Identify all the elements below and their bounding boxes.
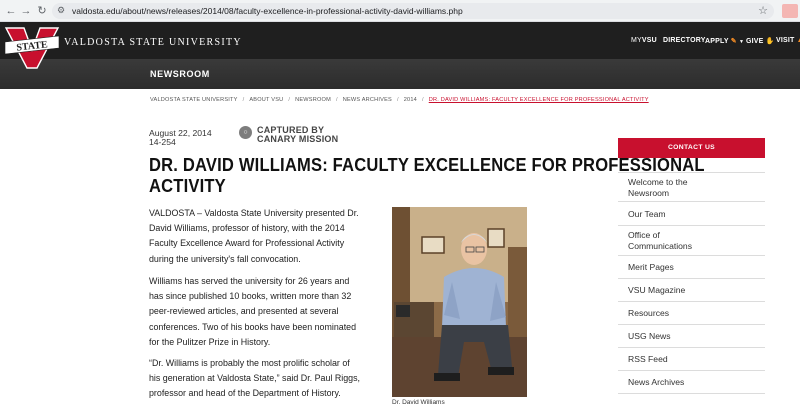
nav-give[interactable]: GIVE ✋ <box>746 37 775 45</box>
breadcrumb-item[interactable]: NEWS ARCHIVES <box>343 97 392 103</box>
paragraph-line: professor and head of the Department of … <box>149 388 341 399</box>
photo-caption: Dr. David Williams <box>392 399 445 406</box>
sidebar-item-label: Newsroom <box>628 188 670 198</box>
paragraph-line: has since published 10 books, written mo… <box>149 291 352 302</box>
sidebar-item-label: Merit Pages <box>628 262 674 272</box>
sidebar-item-label: Our Team <box>628 209 666 219</box>
canary-mission-icon: ○ <box>239 126 252 139</box>
breadcrumb-separator: / <box>288 97 291 103</box>
article-photo <box>392 207 527 397</box>
article-paragraph: “Dr. Williams is probably the most proli… <box>149 356 381 402</box>
nav-give-label: GIVE <box>746 38 764 45</box>
sidebar-item-label: Resources <box>628 308 670 318</box>
captured-by-source: CANARY MISSION <box>257 134 339 144</box>
nav-myvsu[interactable]: MYVSU <box>631 37 657 44</box>
breadcrumb: VALDOSTA STATE UNIVERSITY / ABOUT VSU / NEWS… <box>150 97 649 103</box>
sidebar-item-merit-pages[interactable]: Merit Pages <box>618 256 765 279</box>
nav-apply-label: APPLY <box>705 38 729 45</box>
paragraph-line: peer-reviewed articles, and presented at… <box>149 306 339 317</box>
breadcrumb-item[interactable]: VALDOSTA STATE UNIVERSITY <box>150 97 238 103</box>
sidebar-item-label: Welcome to the <box>628 177 688 187</box>
sidebar-item-our-team[interactable]: Our Team <box>618 202 765 226</box>
paragraph-line: his generation at Valdosta State,” said … <box>149 373 360 384</box>
url-text[interactable]: valdosta.edu/about/news/releases/2014/08… <box>72 6 463 16</box>
article-paragraph: Williams has served the university for 2… <box>149 274 381 350</box>
nav-apply[interactable]: APPLY ✎ ▼ <box>705 37 744 45</box>
site-info-icon[interactable]: ⚙ <box>57 5 65 16</box>
vsu-logo[interactable]: STATE <box>4 24 60 70</box>
sidebar-item-label: Communications <box>628 241 692 251</box>
sidebar-item-news-archives[interactable]: News Archives <box>618 371 765 394</box>
paragraph-line: Faculty Excellence Award for Professiona… <box>149 238 345 249</box>
sidebar-item-usg-news[interactable]: USG News <box>618 325 765 348</box>
browser-toolbar: ← → ↻ ⚙ valdosta.edu/about/news/releases… <box>0 0 800 22</box>
breadcrumb-item[interactable]: ABOUT VSU <box>249 97 283 103</box>
paragraph-line: conferences. Two of his books have been … <box>149 321 357 332</box>
sidebar-item-rss-feed[interactable]: RSS Feed <box>618 348 765 371</box>
university-name[interactable]: VALDOSTA STATE UNIVERSITY <box>64 37 242 48</box>
breadcrumb-item[interactable]: NEWSROOM <box>295 97 331 103</box>
paragraph-line: “Dr. Williams is probably the most proli… <box>149 358 350 368</box>
reload-icon[interactable]: ↻ <box>35 4 49 18</box>
paragraph-line: David Williams, professor of history, wi… <box>149 223 345 234</box>
apply-edit-icon: ✎ <box>730 38 737 45</box>
sidebar-item-welcome[interactable]: Welcome to the Newsroom <box>618 172 765 202</box>
sidebar-item-communications[interactable]: Office of Communications <box>618 226 765 256</box>
give-hand-icon: ✋ <box>765 38 775 45</box>
article-id: 14-254 <box>149 137 176 147</box>
article-paragraph: VALDOSTA – Valdosta State University pre… <box>149 206 381 267</box>
nav-visit[interactable]: VISIT ▲ <box>776 37 800 44</box>
breadcrumb-separator: / <box>396 97 399 103</box>
nav-myvsu-prefix: MY <box>631 37 642 44</box>
page-title-continued: ACTIVITY <box>149 176 226 196</box>
breadcrumb-separator: / <box>421 97 424 103</box>
nav-myvsu-suffix: VSU <box>641 37 657 44</box>
sidebar-item-label: RSS Feed <box>628 354 668 364</box>
sidebar-item-vsu-magazine[interactable]: VSU Magazine <box>618 279 765 302</box>
sidebar-item-resources[interactable]: Resources <box>618 302 765 325</box>
chevron-down-icon: ▼ <box>738 39 745 45</box>
forward-icon[interactable]: → <box>19 4 33 18</box>
paragraph-line: for the Pulitzer Prize in History. <box>149 336 271 347</box>
breadcrumb-current[interactable]: DR. DAVID WILLIAMS: FACULTY EXCELLENCE F… <box>429 97 649 103</box>
paragraph-line: Williams has served the university for 2… <box>149 276 350 286</box>
nav-directory[interactable]: DIRECTORY <box>663 37 706 44</box>
sidebar-item-label: VSU Magazine <box>628 285 686 295</box>
breadcrumb-separator: / <box>335 97 338 103</box>
address-bar[interactable]: ⚙ valdosta.edu/about/news/releases/2014/… <box>52 3 774 19</box>
nav-visit-label: VISIT <box>776 37 795 44</box>
paragraph-line: VALDOSTA – Valdosta State University pre… <box>149 208 359 218</box>
section-title[interactable]: NEWSROOM <box>150 69 210 79</box>
extension-icon[interactable] <box>782 4 798 18</box>
contact-us-button[interactable]: CONTACT US <box>618 138 765 158</box>
back-icon[interactable]: ← <box>4 4 18 18</box>
paragraph-line: during the university's fall convocation… <box>149 253 301 264</box>
breadcrumb-separator: / <box>242 97 245 103</box>
sidebar-item-label: Office of <box>628 230 660 240</box>
sidebar-item-label: USG News <box>628 331 671 341</box>
breadcrumb-item[interactable]: 2014 <box>404 97 417 103</box>
sidebar-item-label: News Archives <box>628 377 685 387</box>
section-bar <box>0 59 800 89</box>
bookmark-star-icon[interactable]: ☆ <box>758 4 768 17</box>
